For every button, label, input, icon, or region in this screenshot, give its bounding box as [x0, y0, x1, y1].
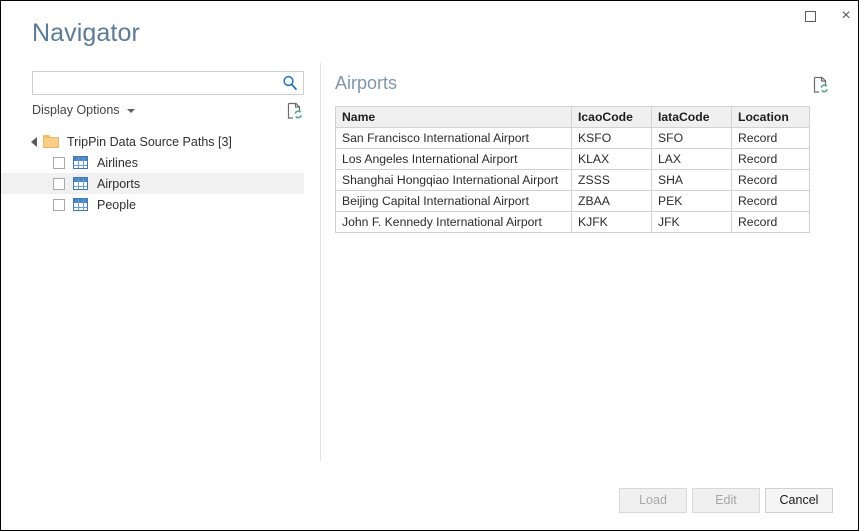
search-box[interactable]	[32, 71, 304, 95]
navigator-dialog: × Navigator Display Options TripPin Data…	[0, 0, 859, 531]
table-row[interactable]: Shanghai Hongqiao International Airport …	[335, 169, 810, 191]
search-input[interactable]	[33, 72, 281, 94]
table-row[interactable]: John F. Kennedy International Airport KJ…	[335, 211, 810, 233]
cell-iatacode: SFO	[651, 127, 732, 149]
checkbox-people[interactable]	[53, 198, 65, 211]
tree-item-label: People	[97, 197, 136, 212]
close-button[interactable]: ×	[828, 1, 859, 31]
cell-icaocode: KLAX	[571, 148, 652, 170]
tree-item-airlines[interactable]: Airlines	[1, 152, 320, 173]
cell-icaocode: KSFO	[571, 127, 652, 149]
cell-location: Record	[731, 127, 810, 149]
cell-name: Los Angeles International Airport	[335, 148, 572, 170]
cell-icaocode: KJFK	[571, 211, 652, 233]
cell-iatacode: LAX	[651, 148, 732, 170]
load-button[interactable]: Load	[619, 488, 687, 513]
table-row[interactable]: Beijing Capital International Airport ZB…	[335, 190, 810, 212]
column-header-name[interactable]: Name	[335, 106, 572, 128]
tree-item-airports[interactable]: Airports	[1, 173, 304, 194]
column-header-location[interactable]: Location	[731, 106, 810, 128]
table-row[interactable]: San Francisco International Airport KSFO…	[335, 127, 810, 149]
close-icon: ×	[841, 7, 851, 24]
cell-location: Record	[731, 169, 810, 191]
cell-iatacode: SHA	[651, 169, 732, 191]
edit-button[interactable]: Edit	[692, 488, 760, 513]
tree-item-label: Airports	[97, 176, 141, 191]
expander-icon[interactable]	[31, 136, 37, 147]
table-header-row: Name IcaoCode IataCode Location	[335, 106, 810, 128]
chevron-down-icon	[126, 109, 135, 113]
tree-item-people[interactable]: People	[1, 194, 320, 215]
folder-icon	[43, 135, 59, 148]
display-options-dropdown[interactable]: Display Options	[32, 103, 135, 117]
refresh-page-icon-left[interactable]	[285, 101, 305, 121]
dialog-footer: Load Edit Cancel	[1, 470, 858, 530]
cell-location: Record	[731, 148, 810, 170]
table-icon	[73, 156, 88, 169]
cell-name: Shanghai Hongqiao International Airport	[335, 169, 572, 191]
source-tree: TripPin Data Source Paths [3] Airlines A…	[1, 131, 320, 215]
display-options-label: Display Options	[32, 103, 120, 117]
cell-icaocode: ZSSS	[571, 169, 652, 191]
table-icon	[73, 198, 88, 211]
refresh-page-icon-right[interactable]	[811, 75, 831, 95]
cell-iatacode: PEK	[651, 190, 732, 212]
preview-title: Airports	[335, 73, 398, 93]
column-header-icaocode[interactable]: IcaoCode	[571, 106, 652, 128]
cell-name: Beijing Capital International Airport	[335, 190, 572, 212]
cancel-button[interactable]: Cancel	[765, 488, 833, 513]
table-icon	[73, 177, 88, 190]
search-icon[interactable]	[281, 74, 299, 92]
cell-location: Record	[731, 211, 810, 233]
cell-iatacode: JFK	[651, 211, 732, 233]
cell-icaocode: ZBAA	[571, 190, 652, 212]
tree-item-label: Airlines	[97, 155, 138, 170]
column-header-iatacode[interactable]: IataCode	[651, 106, 732, 128]
cell-name: John F. Kennedy International Airport	[335, 211, 572, 233]
table-row[interactable]: Los Angeles International Airport KLAX L…	[335, 148, 810, 170]
preview-table: Name IcaoCode IataCode Location San Fran…	[335, 106, 810, 233]
tree-root-node[interactable]: TripPin Data Source Paths [3]	[1, 131, 320, 152]
cell-location: Record	[731, 190, 810, 212]
checkbox-airlines[interactable]	[53, 156, 65, 169]
checkbox-airports[interactable]	[53, 177, 65, 190]
pane-divider	[320, 63, 321, 461]
tree-root-label: TripPin Data Source Paths [3]	[67, 134, 232, 149]
maximize-button[interactable]	[792, 1, 828, 31]
cell-name: San Francisco International Airport	[335, 127, 572, 149]
maximize-icon	[804, 10, 816, 22]
page-title: Navigator	[32, 19, 140, 47]
left-pane: Display Options TripPin Data Source Path…	[1, 61, 320, 461]
